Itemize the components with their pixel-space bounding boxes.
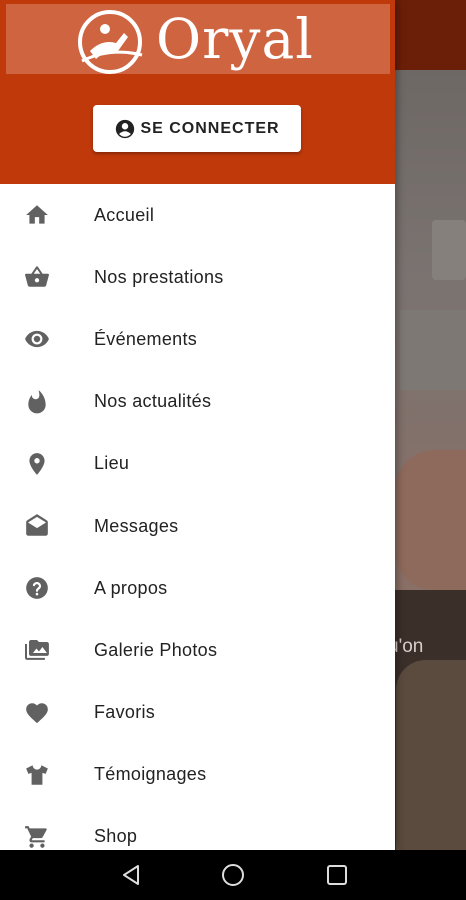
help-circle-icon	[24, 575, 50, 601]
menu-item-label: Témoignages	[94, 764, 207, 785]
menu-item-label: Galerie Photos	[94, 639, 218, 660]
logo-mark-icon	[78, 10, 143, 74]
menu-item-label: Nos actualités	[94, 391, 212, 412]
menu-item-favoris[interactable]: Favoris	[0, 682, 395, 744]
drawer-menu: Accueil Nos prestations Événements Nos a…	[0, 184, 395, 850]
home-icon	[24, 202, 50, 228]
menu-item-label: Lieu	[94, 453, 130, 474]
login-button[interactable]: SE CONNECTER	[93, 105, 301, 152]
menu-item-galerie-photos[interactable]: Galerie Photos	[0, 619, 395, 681]
menu-item-label: Favoris	[94, 702, 156, 723]
back-icon[interactable]	[118, 862, 144, 888]
menu-item-nos-actualites[interactable]: Nos actualités	[0, 371, 395, 433]
menu-item-shop[interactable]: Shop	[0, 806, 395, 850]
location-pin-icon	[24, 451, 50, 477]
photo-gallery-icon	[24, 637, 50, 663]
login-button-label: SE CONNECTER	[140, 119, 280, 137]
app-logo-text: Oryal	[156, 7, 314, 71]
navigation-drawer: Oryal SE CONNECTER Accueil Nos prestatio…	[0, 0, 395, 850]
home-circle-icon[interactable]	[220, 862, 246, 888]
recent-apps-icon[interactable]	[324, 862, 350, 888]
app-logo: Oryal	[6, 4, 390, 74]
eye-icon	[24, 326, 50, 352]
menu-item-label: Messages	[94, 515, 179, 536]
menu-item-label: Nos prestations	[94, 266, 224, 287]
flame-icon	[24, 389, 50, 415]
menu-item-evenements[interactable]: Événements	[0, 308, 395, 370]
menu-item-label: Shop	[94, 826, 138, 847]
menu-item-label: Accueil	[94, 204, 155, 225]
basket-icon	[24, 264, 50, 290]
account-circle-icon	[116, 119, 135, 138]
drawer-header: Oryal SE CONNECTER	[0, 0, 395, 184]
menu-item-lieu[interactable]: Lieu	[0, 433, 395, 495]
menu-item-temoignages[interactable]: Témoignages	[0, 744, 395, 806]
menu-item-label: Événements	[94, 328, 198, 349]
menu-item-a-propos[interactable]: A propos	[0, 557, 395, 619]
heart-icon	[24, 700, 50, 726]
menu-item-messages[interactable]: Messages	[0, 495, 395, 557]
open-envelope-icon	[24, 513, 50, 539]
menu-item-label: A propos	[94, 577, 168, 598]
menu-item-accueil[interactable]: Accueil	[0, 184, 395, 246]
system-navigation-bar	[0, 850, 466, 900]
cart-icon	[24, 824, 50, 850]
menu-item-nos-prestations[interactable]: Nos prestations	[0, 246, 395, 308]
tshirt-icon	[24, 762, 50, 788]
